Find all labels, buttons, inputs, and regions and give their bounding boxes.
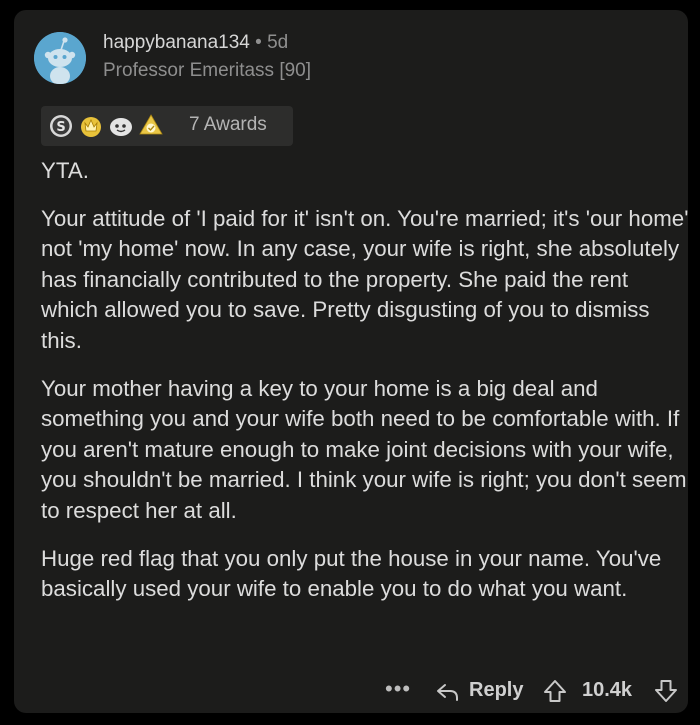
snoo-avatar-icon xyxy=(34,32,86,84)
comment-card: happybanana134 • 5d Professor Emeritass … xyxy=(14,10,688,713)
helpful-award-icon xyxy=(139,114,163,135)
awards-count: 7 Awards xyxy=(189,114,267,135)
reply-arrow-icon[interactable] xyxy=(435,678,461,706)
header-separator: • xyxy=(255,32,262,53)
silver-award-icon: S xyxy=(50,115,72,137)
user-avatar[interactable] xyxy=(34,32,86,84)
comment-age: 5d xyxy=(267,32,289,53)
comment-paragraph: Your mother having a key to your home is… xyxy=(41,375,687,523)
comment-body: YTA. Your attitude of 'I paid for it' is… xyxy=(41,156,691,605)
awards-bar[interactable]: S 7 Awards xyxy=(41,106,293,146)
upvote-icon[interactable] xyxy=(542,678,568,704)
comment-paragraph: Huge red flag that you only put the hous… xyxy=(41,545,662,602)
svg-text:S: S xyxy=(56,120,65,135)
more-options-button[interactable]: ••• xyxy=(385,676,411,702)
downvote-icon[interactable] xyxy=(653,678,679,704)
user-flair: Professor Emeritass [90] xyxy=(103,60,312,81)
gold-crown-award-icon xyxy=(81,117,101,137)
comment-paragraph: Your attitude of 'I paid for it' isn't o… xyxy=(41,205,689,353)
comment-paragraph: YTA. xyxy=(41,158,89,183)
comment-header: happybanana134 • 5d xyxy=(103,32,288,54)
reply-button[interactable]: Reply xyxy=(469,679,523,702)
vote-score: 10.4k xyxy=(582,679,633,701)
wholesome-face-award-icon xyxy=(110,118,132,136)
username-link[interactable]: happybanana134 xyxy=(103,32,250,53)
